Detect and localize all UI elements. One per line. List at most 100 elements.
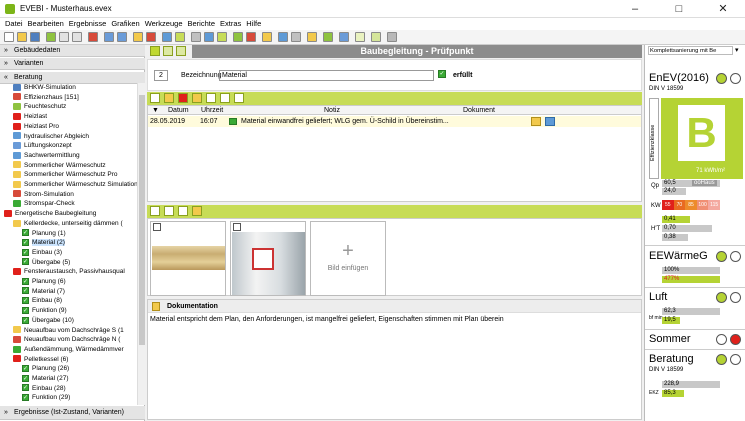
- tree-item[interactable]: Kellerdecke, unterseitig dämmen (: [13, 219, 123, 228]
- tree-scrollbar[interactable]: [137, 83, 145, 405]
- image-thumb-2[interactable]: [230, 221, 306, 296]
- info-icon[interactable]: [278, 32, 288, 42]
- copy-note-icon[interactable]: [192, 93, 202, 103]
- save-icon[interactable]: [30, 32, 40, 42]
- image-edit-icon[interactable]: [192, 206, 202, 216]
- col-uhrzeit[interactable]: Uhrzeit: [201, 107, 223, 114]
- tree-item[interactable]: Stromspar-Check: [13, 199, 75, 208]
- menu-bearbeiten[interactable]: Bearbeiten: [28, 18, 64, 30]
- section-varianten[interactable]: » Varianten: [0, 58, 145, 70]
- window-icon[interactable]: [339, 32, 349, 42]
- report-icon[interactable]: [233, 32, 243, 42]
- warn-icon[interactable]: [146, 32, 156, 42]
- tree-item[interactable]: Heizlast: [13, 112, 47, 121]
- prev-icon[interactable]: [150, 46, 160, 56]
- tree-item[interactable]: Effizienzhaus [151]: [13, 93, 79, 102]
- calc-icon[interactable]: [133, 32, 143, 42]
- menu-werkzeuge[interactable]: Werkzeuge: [145, 18, 183, 30]
- tree-item[interactable]: Lüftungskonzept: [13, 141, 72, 150]
- move-down-icon[interactable]: [234, 93, 244, 103]
- close-button[interactable]: ✕: [701, 0, 745, 18]
- tree-item[interactable]: ✓ Übergabe (10): [22, 316, 74, 325]
- maximize-button[interactable]: □: [657, 0, 701, 18]
- plan-icon[interactable]: [371, 32, 381, 42]
- redo-icon[interactable]: [117, 32, 127, 42]
- tree-item[interactable]: ✓ Einbau (8): [22, 296, 62, 305]
- tree-item[interactable]: Energetische Baubegleitung: [4, 209, 96, 218]
- image-add-icon[interactable]: [150, 206, 160, 216]
- tree-item[interactable]: Sommerlicher Wärmeschutz: [13, 161, 106, 170]
- add-image-button[interactable]: + Bild einfügen: [310, 221, 386, 296]
- tree-item[interactable]: hydraulischer Abgleich: [13, 132, 89, 141]
- col-dokument[interactable]: Dokument: [463, 107, 495, 114]
- tree-item[interactable]: ✓ Planung (6): [22, 277, 66, 286]
- sum-icon[interactable]: [162, 32, 172, 42]
- tree-item[interactable]: ✓ Einbau (3): [22, 248, 62, 257]
- tree-item[interactable]: ✓ Funktion (29): [22, 393, 70, 401]
- tool-icon[interactable]: [46, 32, 56, 42]
- calculator-icon[interactable]: [323, 32, 333, 42]
- tree-item[interactable]: ✓ Funktion (9): [22, 306, 67, 315]
- edit-icon[interactable]: [164, 93, 174, 103]
- menu-hilfe[interactable]: Hilfe: [246, 18, 261, 30]
- tree-item[interactable]: Fensteraustausch, Passivhausqual: [13, 267, 125, 276]
- tree-item[interactable]: Feuchteschutz: [13, 102, 66, 111]
- doc-icon[interactable]: [206, 93, 216, 103]
- calc2-icon[interactable]: [387, 32, 397, 42]
- new-icon[interactable]: [4, 32, 14, 42]
- undo-icon[interactable]: [104, 32, 114, 42]
- tree-item[interactable]: ✓ Material (27): [22, 374, 68, 383]
- menu-berichte[interactable]: Berichte: [187, 18, 215, 30]
- image-thumb-1[interactable]: [150, 221, 226, 296]
- number-field[interactable]: 2: [154, 70, 168, 81]
- dropdown-arrow-icon[interactable]: ▾: [735, 46, 739, 54]
- link-icon[interactable]: [545, 117, 555, 126]
- tree-item[interactable]: Sachwertermittlung: [13, 151, 80, 160]
- tree-item[interactable]: Neuaufbau vom Dachschräge N (: [13, 335, 120, 344]
- add-icon[interactable]: [150, 93, 160, 103]
- open-icon[interactable]: [17, 32, 27, 42]
- doc-text[interactable]: Material entspricht dem Plan, den Anford…: [150, 316, 638, 323]
- section-ergebnisse[interactable]: » Ergebnisse (Ist-Zustand, Varianten): [0, 406, 145, 420]
- house-icon[interactable]: [217, 32, 227, 42]
- row-checkbox[interactable]: [229, 118, 237, 125]
- delete-icon[interactable]: [88, 32, 98, 42]
- image-list-icon[interactable]: [178, 206, 188, 216]
- section-gebaeudedaten[interactable]: » Gebäudedaten: [0, 45, 145, 57]
- tree-item[interactable]: Sommerlicher Wärmeschutz Simulation: [13, 180, 137, 189]
- col-datum[interactable]: Datum: [168, 107, 189, 114]
- menu-extras[interactable]: Extras: [220, 18, 241, 30]
- pdf-icon[interactable]: [246, 32, 256, 42]
- copy-icon[interactable]: [59, 32, 69, 42]
- tree-item[interactable]: ✓ Übergabe (5): [22, 258, 70, 267]
- tree-item[interactable]: Strom-Simulation: [13, 190, 74, 199]
- tree-item[interactable]: ✓ Einbau (28): [22, 384, 66, 393]
- paste-icon[interactable]: [72, 32, 82, 42]
- grid-icon[interactable]: [191, 32, 201, 42]
- remove-icon[interactable]: [178, 93, 188, 103]
- tree-item[interactable]: Außendämmung, Wärmedämmver: [13, 345, 124, 354]
- tree-item[interactable]: Neuaufbau vom Dachschräge S (1: [13, 326, 124, 335]
- tree-item[interactable]: ✓ Planung (26): [22, 364, 69, 373]
- energy-icon[interactable]: [355, 32, 365, 42]
- tree-item[interactable]: ✓ Planung (1): [22, 229, 66, 238]
- chart-icon[interactable]: [204, 32, 214, 42]
- menu-grafiken[interactable]: Grafiken: [111, 18, 139, 30]
- scrollbar-thumb[interactable]: [139, 95, 145, 345]
- erfuellt-checkbox[interactable]: ✓: [438, 70, 446, 78]
- print-icon[interactable]: [262, 32, 272, 42]
- bezeichnung-input[interactable]: Material: [219, 70, 434, 81]
- tree-item[interactable]: ✓ Material (2): [22, 238, 65, 247]
- move-up-icon[interactable]: [220, 93, 230, 103]
- table-row[interactable]: 28.05.2019 16:07 Material einwandfrei ge…: [148, 116, 641, 127]
- settings-icon[interactable]: [291, 32, 301, 42]
- minimize-button[interactable]: –: [613, 0, 657, 18]
- image-save-icon[interactable]: [164, 206, 174, 216]
- tree-item[interactable]: Pelletkessel (6): [13, 355, 68, 364]
- tree-item[interactable]: ✓ Material (7): [22, 287, 65, 296]
- open-folder-icon[interactable]: [531, 117, 541, 126]
- col-notiz[interactable]: Notiz: [324, 107, 340, 114]
- check-icon[interactable]: [175, 32, 185, 42]
- variant-dropdown[interactable]: Komplettsanierung mit Be: [648, 46, 733, 55]
- menu-ergebnisse[interactable]: Ergebnisse: [69, 18, 107, 30]
